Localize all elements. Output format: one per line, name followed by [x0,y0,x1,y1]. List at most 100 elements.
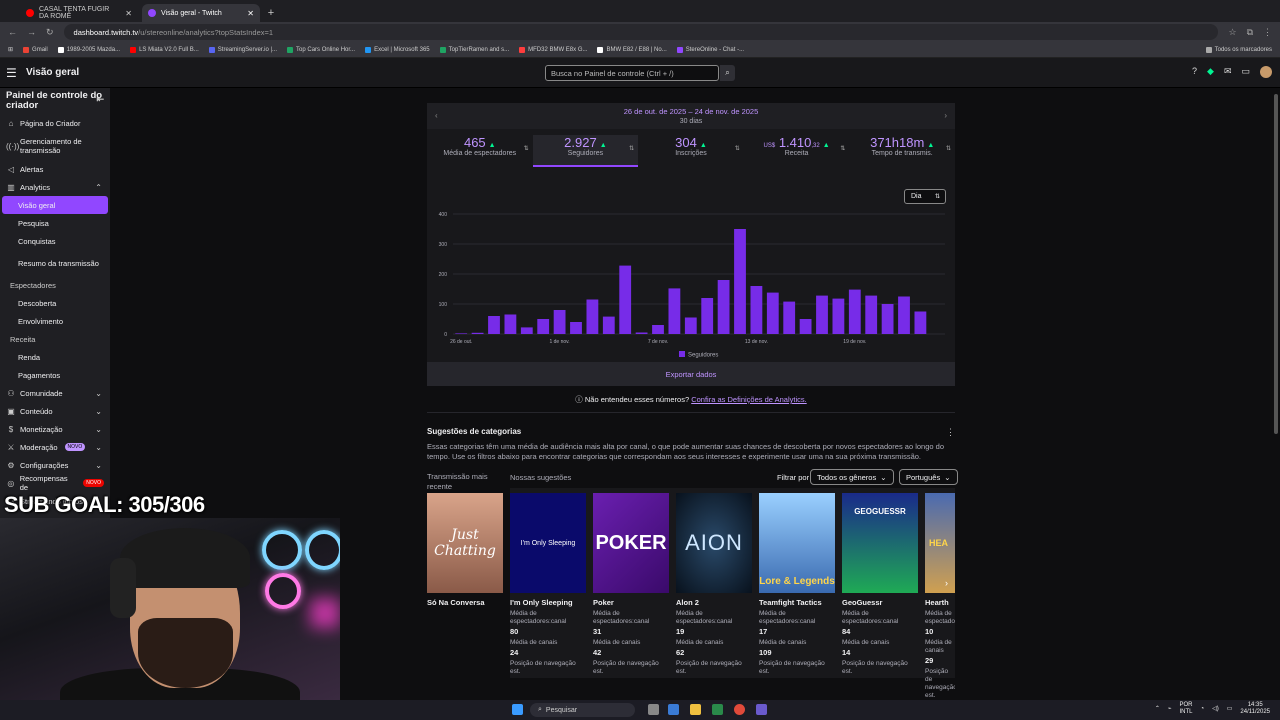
chevron-up-icon[interactable]: ⌃ [1155,706,1160,713]
category-card[interactable]: AION Alon 2 Média de espectadores:canal … [676,493,752,676]
search-icon[interactable]: ⌕ [720,65,735,81]
date-range[interactable]: 26 de out. de 2025 – 24 de nov. de 2025 [624,107,759,116]
network-icon[interactable]: ⌁ [1168,706,1172,713]
browser-tab-active[interactable]: Visão geral - Twitch ✕ [142,4,260,22]
bookmark[interactable]: TopTierRamen and s... [439,46,509,53]
analytics-definitions-link[interactable]: Confira as Definições de Analytics. [691,395,806,404]
stat-revenue[interactable]: US$ 1.410,32 ▲ Receita ⇅ [744,135,850,167]
volume-icon[interactable]: ◁) [1212,706,1219,713]
prev-period-icon[interactable]: ‹ [435,111,438,120]
discord-icon[interactable] [756,704,767,715]
apps-icon[interactable]: ⊞ [8,46,13,53]
sidebar-item-overview[interactable]: Visão geral [2,196,108,214]
sidebar-item-discovery[interactable]: Descoberta [0,294,110,312]
sidebar-item-engagement[interactable]: Envolvimento [0,312,110,330]
all-bookmarks[interactable]: Todos os marcadores [1205,46,1272,53]
windows-start-icon[interactable] [512,704,523,715]
period-select[interactable]: Dia ⇅ [904,189,946,204]
sidebar-item-income[interactable]: Renda [0,348,110,366]
close-tab-icon[interactable]: ✕ [125,9,132,18]
tab-title: Visão geral - Twitch [161,9,222,17]
sidebar-item-rewards[interactable]: ◎ Recompensas de NOVO [0,474,110,492]
sidebar-item-monetization[interactable]: $ Monetização ⌄ [0,420,110,438]
back-icon[interactable]: ← [8,27,17,37]
category-card[interactable]: GEOGUESSR GeoGuessr Média de espectadore… [842,493,918,676]
sidebar-item-stream-manager[interactable]: ((·)) Gerenciamento de transmissão [0,132,110,160]
up-arrow-icon: ▲ [822,142,830,149]
dashboard-search-input[interactable]: Busca no Painel de controle (Ctrl + /) [545,65,719,81]
chevron-down-icon: ⌄ [95,388,102,398]
taskbar-search[interactable]: ⌕ Pesquisar [530,703,635,717]
clock[interactable]: 14:35 24/11/2025 [1240,702,1270,716]
language-indicator[interactable]: POR INTL [1179,702,1192,716]
browser-tab[interactable]: CASAL TENTA FUGIR DA ROMÊ ✕ [20,4,138,22]
category-card[interactable]: I'm Only Sleeping I'm Only Sleeping Médi… [510,493,586,676]
webcam-overlay [0,518,340,700]
sidebar-item-alerts[interactable]: ◁ Alertas [0,160,110,178]
category-card[interactable]: Lore & Legends Teamfight Tactics Média d… [759,493,835,676]
task-view-icon[interactable] [648,704,659,715]
reload-icon[interactable]: ↻ [46,27,54,38]
category-card[interactable]: HEA Hearth Média de espectadores:canal 1… [925,493,955,700]
star-icon[interactable]: ☆ [1228,27,1236,38]
menu-icon[interactable]: ⋮ [1263,27,1272,38]
sidebar-item-research[interactable]: Pesquisa [0,214,110,232]
chevron-down-icon: ⌄ [944,472,951,482]
more-options-icon[interactable]: ⋮ [946,427,955,438]
sidebar-item-analytics[interactable]: ▥ Analytics ⌃ [0,178,110,196]
whispers-icon[interactable]: ▭ [1241,66,1250,78]
bookmark[interactable]: Excel | Microsoft 365 [365,46,430,53]
battery-icon[interactable]: ▭ [1227,706,1233,713]
stat-followers[interactable]: 2.927 ▲ Seguidores ⇅ [532,135,639,167]
category-card[interactable]: POKER Poker Média de espectadores:canal … [593,493,669,676]
sidebar-group-revenue: Receita [10,334,36,344]
sidebar-item-achievements[interactable]: Conquistas [0,232,110,250]
sort-icon: ⇅ [840,146,846,152]
stat-stream-time[interactable]: 371h18m ▲ Tempo de transmis. ⇅ [849,135,955,167]
bookmark[interactable]: BMW E82 / E88 | No... [597,46,667,53]
hamburger-menu-icon[interactable]: ☰ [6,66,20,80]
bookmark[interactable]: Gmail [23,46,48,53]
stat-subscriptions[interactable]: 304 ▲ Inscrições ⇅ [638,135,744,167]
sidebar-item-moderation[interactable]: ⚔ Moderação NOVO ⌄ [0,438,110,456]
next-period-icon[interactable]: › [944,111,947,120]
sidebar-item-content[interactable]: ▣ Conteúdo ⌄ [0,402,110,420]
bookmark[interactable]: StereOnline - Chat -... [676,46,744,53]
up-arrow-icon: ▲ [927,142,935,149]
divider [427,412,955,413]
help-icon[interactable]: ? [1192,66,1197,78]
wifi-icon[interactable]: ◔ [1200,706,1204,713]
user-avatar[interactable] [1260,66,1272,78]
chrome-icon[interactable] [734,704,745,715]
store-icon[interactable] [712,704,723,715]
bookmark[interactable]: Top Cars Online Hor... [287,46,355,53]
forward-icon[interactable]: → [27,27,36,37]
sidebar-item-stream-summary[interactable]: Resumo da transmissão [0,250,110,276]
url-field[interactable]: dashboard.twitch.tv/u/stereonline/analyt… [63,24,1219,40]
bookmark[interactable]: LS Miata V2.0 Full B... [130,46,199,53]
bits-icon[interactable]: ◆ [1207,66,1214,78]
file-explorer-icon[interactable] [690,704,701,715]
collapse-sidebar-icon[interactable]: ⇤ [96,94,104,104]
bookmark[interactable]: 1989-2005 Mazda... [57,46,120,53]
scrollbar-thumb[interactable] [1274,94,1278,434]
bookmark[interactable]: MFD32 BMW E8x G... [519,46,587,53]
sidebar-item-community[interactable]: ⚇ Comunidade ⌄ [0,384,110,402]
carousel-next-icon[interactable]: › [945,578,948,588]
page-scrollbar[interactable] [1272,88,1280,700]
language-filter[interactable]: Português ⌄ [899,469,958,485]
new-tab-button[interactable]: + [264,4,278,22]
sidebar-item-payouts[interactable]: Pagamentos [0,366,110,384]
close-tab-icon[interactable]: ✕ [247,9,254,18]
recent-category-card[interactable]: Just Chatting Só Na Conversa [427,493,503,607]
inbox-icon[interactable]: ✉ [1224,66,1232,78]
genre-filter[interactable]: Todos os gêneros ⌄ [810,469,894,485]
sidebar-item-creator-page[interactable]: ⌂ Página do Criador [0,114,110,132]
extensions-icon[interactable]: ⧉ [1247,27,1253,38]
copilot-icon[interactable] [668,704,679,715]
export-data-button[interactable]: Exportar dados [427,362,955,386]
chart-bar [734,229,746,334]
sidebar-item-settings[interactable]: ⚙ Configurações ⌄ [0,456,110,474]
bookmark[interactable]: StreamingServer.io |... [208,46,277,53]
stat-avg-viewers[interactable]: 465 ▲ Média de espectadores ⇅ [427,135,533,167]
